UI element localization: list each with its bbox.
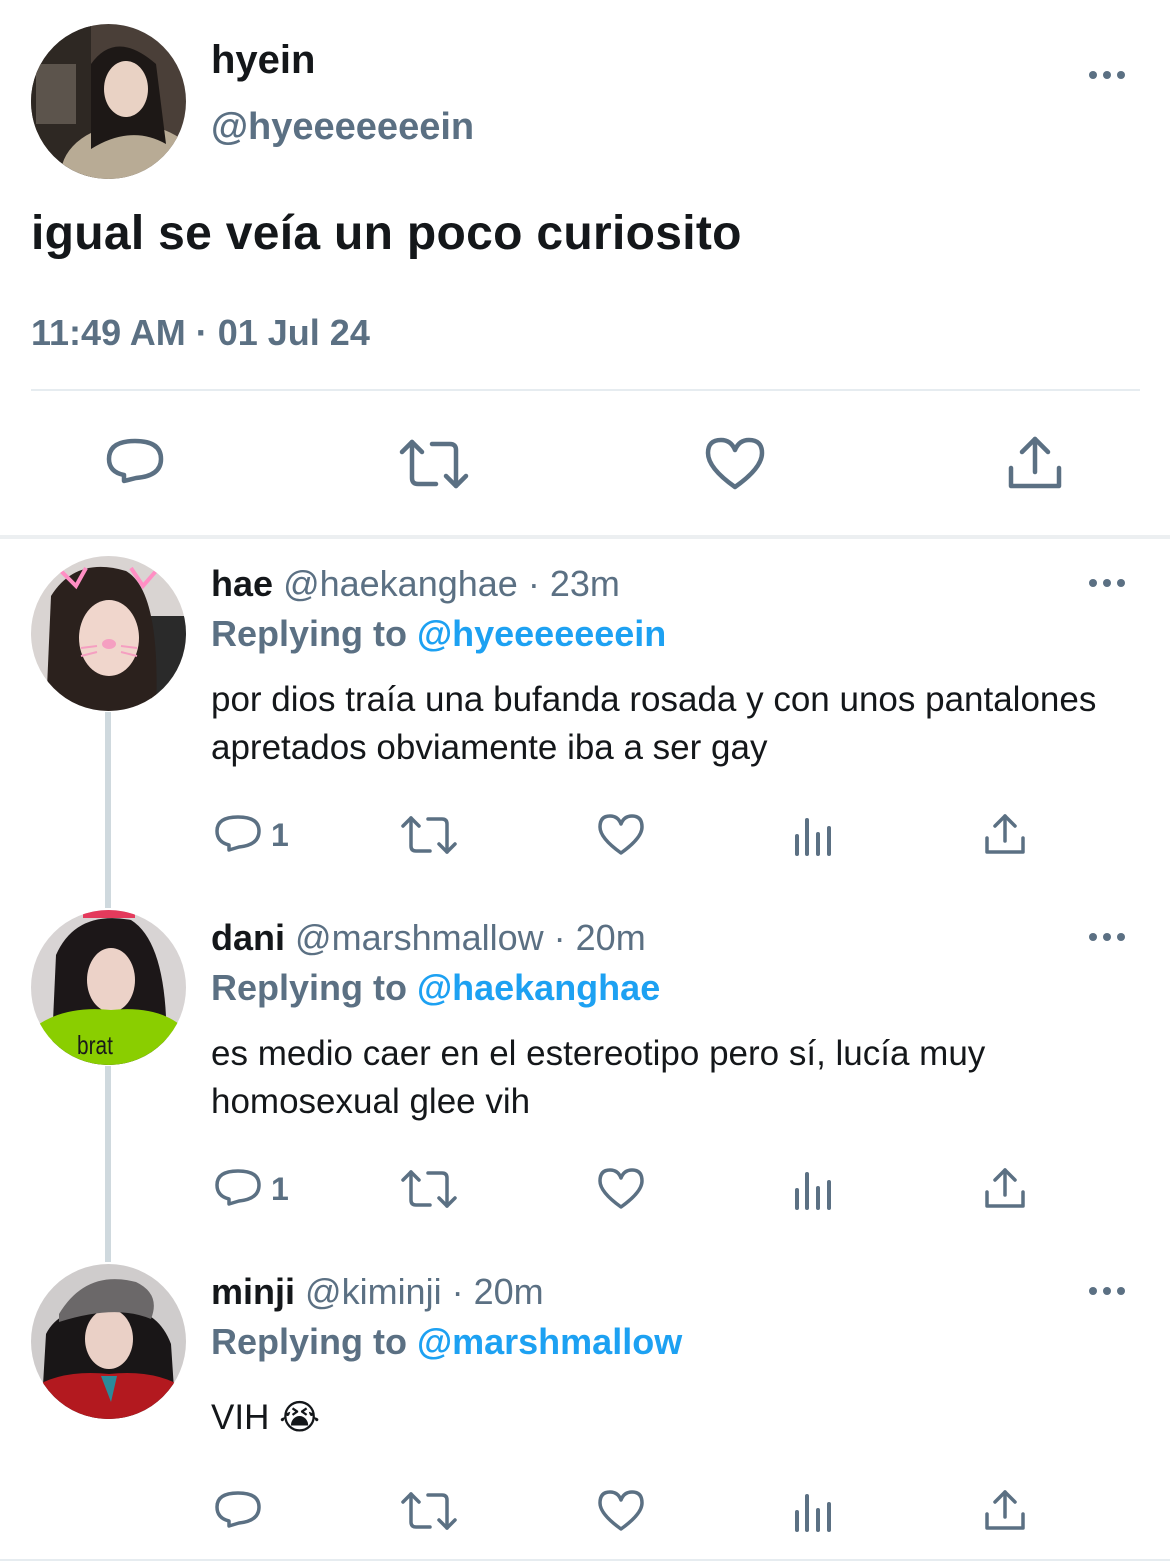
reply-time[interactable]: 20m — [576, 917, 646, 958]
replying-to: Replying to @hyeeeeeeein — [211, 613, 666, 655]
more-options-icon[interactable] — [1087, 930, 1127, 942]
analytics-button[interactable] — [793, 814, 833, 856]
heart-icon — [705, 437, 765, 490]
reply-header: minji @kiminji · 20m — [211, 1271, 544, 1313]
reply-button[interactable]: 1 — [214, 812, 304, 858]
retweet-icon — [401, 816, 457, 854]
author-name[interactable]: hyein — [211, 38, 315, 83]
replying-to-label: Replying to — [211, 967, 407, 1008]
reply-icon — [215, 815, 261, 852]
thread-line — [105, 1066, 111, 1262]
reply-author-handle[interactable]: @haekanghae — [283, 563, 518, 604]
avatar-dani[interactable]: brat — [31, 910, 186, 1065]
share-button[interactable] — [1007, 434, 1063, 492]
like-button[interactable] — [597, 813, 645, 857]
reply-text: es medio caer en el estereotipo pero sí,… — [211, 1034, 986, 1121]
share-button[interactable] — [984, 812, 1026, 856]
like-button[interactable] — [597, 1167, 645, 1211]
more-options-icon[interactable] — [1087, 68, 1127, 80]
retweet-icon — [401, 1492, 457, 1530]
analytics-button[interactable] — [793, 1168, 833, 1210]
replying-to: Replying to @haekanghae — [211, 967, 660, 1009]
reply-text: por dios traía una bufanda rosada y con … — [211, 680, 1097, 767]
share-button[interactable] — [984, 1166, 1026, 1210]
reply-button[interactable]: 1 — [214, 1166, 304, 1212]
reply-time[interactable]: 23m — [550, 563, 620, 604]
separator-dot: · — [451, 1271, 464, 1312]
more-options-icon[interactable] — [1087, 1284, 1127, 1296]
heart-icon — [598, 814, 644, 855]
reply-text: VIH 😭 — [211, 1398, 320, 1437]
replying-to-mention[interactable]: @marshmallow — [417, 1321, 682, 1362]
heart-icon — [598, 1168, 644, 1209]
divider — [31, 389, 1140, 391]
section-divider — [0, 535, 1170, 539]
avatar-hyein[interactable] — [31, 24, 186, 179]
share-icon — [1008, 436, 1062, 489]
reply-icon — [215, 1491, 261, 1528]
author-handle[interactable]: @hyeeeeeeein — [211, 106, 474, 149]
thread-line — [105, 712, 111, 908]
reply-author-name[interactable]: hae — [211, 563, 273, 604]
reply-button[interactable] — [104, 434, 166, 492]
reply-icon — [106, 438, 164, 484]
replying-to-label: Replying to — [211, 1321, 407, 1362]
share-icon — [985, 1490, 1025, 1530]
reply-icon — [215, 1169, 261, 1206]
retweet-icon — [401, 1170, 457, 1208]
share-icon — [985, 1168, 1025, 1208]
reply-header: dani @marshmallow · 20m — [211, 917, 646, 959]
reply-header: hae @haekanghae · 23m — [211, 563, 620, 605]
retweet-button[interactable] — [398, 436, 470, 492]
replying-to-label: Replying to — [211, 613, 407, 654]
analytics-button[interactable] — [793, 1490, 833, 1532]
retweet-icon — [399, 439, 469, 489]
analytics-icon — [795, 1494, 831, 1532]
like-button[interactable] — [705, 436, 765, 492]
tweet-timestamp[interactable]: 11:49 AM · 01 Jul 24 — [31, 312, 370, 354]
retweet-button[interactable] — [400, 1168, 458, 1210]
avatar-brat-text: brat — [77, 1030, 113, 1060]
heart-icon — [598, 1490, 644, 1531]
separator-dot: · — [527, 563, 540, 604]
share-button[interactable] — [984, 1488, 1026, 1532]
retweet-button[interactable] — [400, 814, 458, 856]
analytics-icon — [795, 818, 831, 856]
reply-author-name[interactable]: minji — [211, 1271, 295, 1312]
avatar-hae[interactable] — [31, 556, 186, 711]
like-button[interactable] — [597, 1489, 645, 1533]
tweet-text: igual se veía un poco curiosito — [31, 207, 742, 260]
avatar-minji[interactable] — [31, 1264, 186, 1419]
reply-count: 1 — [271, 817, 289, 853]
replying-to-mention[interactable]: @hyeeeeeeein — [417, 613, 666, 654]
more-options-icon[interactable] — [1087, 576, 1127, 588]
replying-to: Replying to @marshmallow — [211, 1321, 682, 1363]
separator-dot: · — [553, 917, 566, 958]
replying-to-mention[interactable]: @haekanghae — [417, 967, 660, 1008]
reply-author-name[interactable]: dani — [211, 917, 285, 958]
analytics-icon — [795, 1172, 831, 1210]
reply-button[interactable] — [214, 1488, 304, 1534]
share-icon — [985, 814, 1025, 854]
reply-count: 1 — [271, 1171, 289, 1207]
reply-author-handle[interactable]: @kiminji — [305, 1271, 442, 1312]
reply-author-handle[interactable]: @marshmallow — [295, 917, 544, 958]
bottom-divider — [0, 1559, 1170, 1561]
reply-time[interactable]: 20m — [474, 1271, 544, 1312]
retweet-button[interactable] — [400, 1490, 458, 1532]
